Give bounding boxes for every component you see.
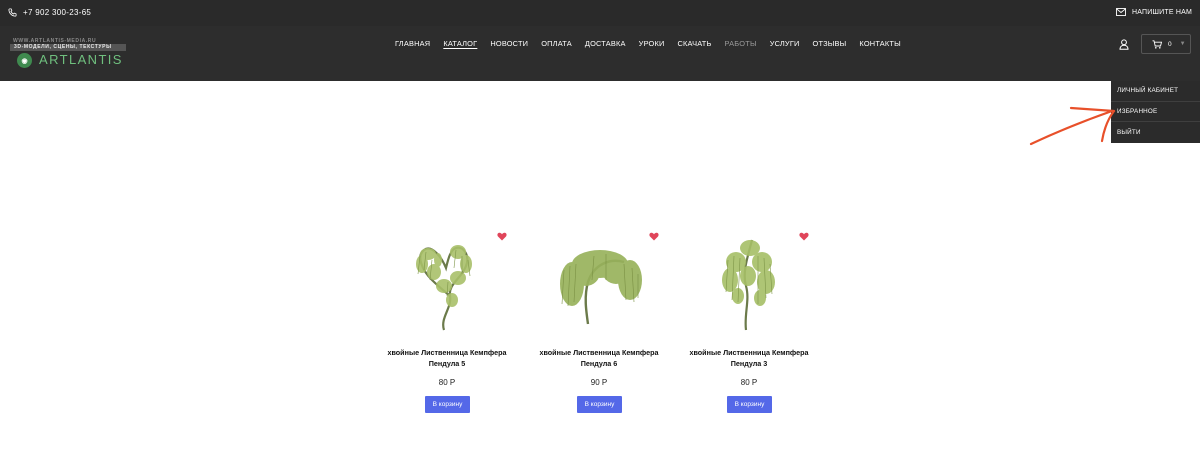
menu-item-logout[interactable]: ВЫЙТИ: [1111, 122, 1200, 143]
add-to-cart-button[interactable]: В корзину: [727, 396, 772, 413]
menu-item-favorites[interactable]: ИЗБРАННОЕ: [1111, 102, 1200, 123]
add-to-cart-button[interactable]: В корзину: [425, 396, 470, 413]
nav-item-delivery[interactable]: ДОСТАВКА: [585, 39, 626, 48]
cart-count: 0: [1168, 40, 1172, 48]
product-price: 80 Р: [740, 378, 758, 387]
product-title[interactable]: хвойные Лиственница Кемпфера Пендула 6: [534, 347, 664, 369]
nav-item-catalog[interactable]: КАТАЛОГ: [443, 39, 477, 48]
user-dropdown-menu: ЛИЧНЫЙ КАБИНЕТ ИЗБРАННОЕ ВЫЙТИ: [1111, 81, 1200, 143]
nav-item-works[interactable]: РАБОТЫ: [725, 39, 757, 48]
nav-item-lessons[interactable]: УРОКИ: [639, 39, 665, 48]
nav-item-home[interactable]: ГЛАВНАЯ: [395, 39, 430, 48]
product-price: 90 Р: [590, 378, 608, 387]
nav-item-news[interactable]: НОВОСТИ: [490, 39, 528, 48]
cart-button[interactable]: 0 ▼: [1141, 34, 1191, 54]
top-bar: +7 902 300-23-65 НАПИШИТЕ НАМ: [0, 0, 1200, 26]
phone-number: +7 902 300-23-65: [23, 8, 92, 17]
main-header: WWW.ARTLANTIS-MEDIA.RU 3D-МОДЕЛИ, СЦЕНЫ,…: [0, 26, 1200, 81]
product-title[interactable]: хвойные Лиственница Кемпфера Пендула 3: [684, 347, 814, 369]
mail-icon: [1116, 8, 1126, 16]
write-us-label: НАПИШИТЕ НАМ: [1132, 8, 1192, 16]
annotation-arrow: [1029, 106, 1116, 146]
nav-item-services[interactable]: УСЛУГИ: [770, 39, 800, 48]
site-logo[interactable]: WWW.ARTLANTIS-MEDIA.RU 3D-МОДЕЛИ, СЦЕНЫ,…: [9, 38, 129, 70]
product-image[interactable]: [544, 230, 654, 338]
logo-tagline: 3D-МОДЕЛИ, СЦЕНЫ, ТЕКСТУРЫ: [10, 44, 126, 51]
phone-link[interactable]: +7 902 300-23-65: [8, 8, 91, 17]
product-price: 80 Р: [438, 378, 456, 387]
chevron-down-icon: ▼: [1179, 41, 1186, 47]
nav-item-payment[interactable]: ОПЛАТА: [541, 39, 572, 48]
main-nav: ГЛАВНАЯ КАТАЛОГ НОВОСТИ ОПЛАТА ДОСТАВКА …: [395, 39, 914, 48]
logo-mark-icon: ◉: [17, 53, 32, 68]
write-us-link[interactable]: НАПИШИТЕ НАМ: [1116, 8, 1192, 16]
cart-icon: [1152, 39, 1162, 49]
logo-brand: ARTLANTIS: [39, 52, 123, 67]
menu-item-account[interactable]: ЛИЧНЫЙ КАБИНЕТ: [1111, 81, 1200, 102]
favorite-heart-icon[interactable]: [799, 232, 809, 241]
phone-icon: [8, 8, 17, 17]
user-icon[interactable]: [1119, 39, 1129, 50]
favorite-heart-icon[interactable]: [497, 232, 507, 241]
nav-item-contacts[interactable]: КОНТАКТЫ: [859, 39, 900, 48]
add-to-cart-button[interactable]: В корзину: [577, 396, 622, 413]
favorite-heart-icon[interactable]: [649, 232, 659, 241]
product-title[interactable]: хвойные Лиственница Кемпфера Пендула 5: [382, 347, 512, 369]
nav-item-download[interactable]: СКАЧАТЬ: [678, 39, 712, 48]
page: +7 902 300-23-65 НАПИШИТЕ НАМ WWW.ARTLAN…: [0, 0, 1200, 464]
nav-item-reviews[interactable]: ОТЗЫВЫ: [813, 39, 847, 48]
product-image[interactable]: [694, 230, 804, 338]
product-image[interactable]: [392, 230, 502, 338]
